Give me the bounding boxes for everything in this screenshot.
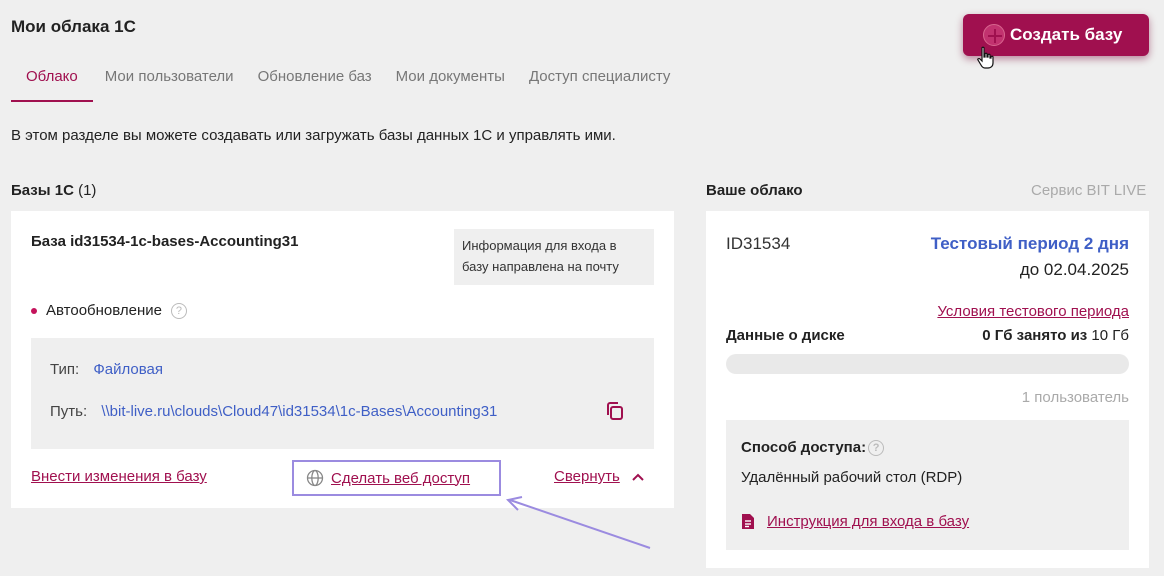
- cloud-card: ID31534 Тестовый период 2 дня до 02.04.2…: [706, 211, 1149, 568]
- cloud-id: ID31534: [726, 234, 791, 253]
- path-value: \\bit-live.ru\clouds\Cloud47\id31534\1c-…: [101, 403, 498, 420]
- users-count: 1 пользователь: [1021, 389, 1129, 406]
- login-info-note: Информация для входа в базу направлена н…: [454, 229, 654, 285]
- document-icon: [742, 514, 754, 529]
- trial-until: до 02.04.2025: [1019, 260, 1129, 279]
- tab-cloud[interactable]: Облако: [11, 58, 93, 102]
- bases-section-title: Базы 1С (1): [11, 182, 96, 199]
- bases-title-text: Базы 1С: [11, 182, 74, 199]
- disk-total: 10 Гб: [1091, 327, 1129, 344]
- page-title: Мои облака 1С: [11, 17, 136, 36]
- edit-base-link[interactable]: Внести изменения в базу: [31, 468, 207, 485]
- base-name: База id31534-1c-bases-Accounting31: [31, 233, 299, 250]
- path-row: Путь: \\bit-live.ru\clouds\Cloud47\id315…: [50, 403, 497, 420]
- autoupdate-label: Автообновление: [46, 302, 162, 319]
- access-box: Способ доступа: ? Удалённый рабочий стол…: [726, 420, 1129, 550]
- collapse-label: Свернуть: [554, 468, 620, 485]
- collapse-toggle[interactable]: Свернуть: [554, 468, 644, 485]
- plus-circle-icon: [983, 24, 1005, 46]
- tab-specialist-access[interactable]: Доступ специалисту: [517, 58, 682, 102]
- access-method-value: Удалённый рабочий стол (RDP): [741, 469, 963, 486]
- help-icon[interactable]: ?: [170, 302, 187, 319]
- disk-label: Данные о диске: [726, 327, 845, 344]
- base-card: База id31534-1c-bases-Accounting31 Инфор…: [11, 211, 674, 508]
- instruction-link-row[interactable]: Инструкция для входа в базу: [741, 513, 969, 530]
- disk-progress-bar: [726, 354, 1129, 374]
- tab-my-users[interactable]: Мои пользователи: [93, 58, 246, 102]
- status-dot-icon: [31, 307, 37, 314]
- service-label: Сервис BIT LIVE: [1031, 182, 1147, 199]
- disk-used: 0 Гб занято из: [982, 327, 1088, 344]
- hand-cursor-icon: [977, 46, 994, 69]
- globe-icon: [306, 469, 324, 487]
- type-row: Тип: Файловая: [50, 361, 163, 378]
- web-access-label: Сделать веб доступ: [331, 469, 471, 487]
- path-label: Путь:: [50, 403, 88, 420]
- cloud-section-title: Ваше облако: [706, 182, 803, 199]
- type-value: Файловая: [93, 361, 164, 378]
- tab-bar: Облако Мои пользователи Обновление баз М…: [11, 58, 682, 102]
- copy-icon[interactable]: [604, 400, 626, 422]
- base-details: Тип: Файловая Путь: \\bit-live.ru\clouds…: [31, 338, 654, 449]
- tab-my-documents[interactable]: Мои документы: [384, 58, 517, 102]
- tab-base-updates[interactable]: Обновление баз: [246, 58, 384, 102]
- help-icon[interactable]: ?: [868, 439, 885, 456]
- annotation-arrow: [505, 496, 651, 549]
- bases-count: (1): [78, 182, 97, 199]
- access-method-label: Способ доступа:: [741, 439, 867, 456]
- type-label: Тип:: [50, 361, 80, 378]
- chevron-up-icon: [632, 473, 644, 481]
- disk-usage: 0 Гб занято из 10 Гб: [982, 327, 1129, 344]
- web-access-button[interactable]: Сделать веб доступ: [292, 460, 501, 496]
- create-base-label: Создать базу: [1010, 25, 1123, 44]
- access-method-title: Способ доступа: ?: [741, 439, 885, 456]
- instruction-link: Инструкция для входа в базу: [767, 513, 970, 530]
- trial-terms-link[interactable]: Условия тестового периода: [937, 303, 1129, 320]
- autoupdate-status: Автообновление ?: [31, 302, 187, 319]
- trial-period: Тестовый период 2 дня: [930, 234, 1129, 253]
- intro-text: В этом разделе вы можете создавать или з…: [11, 127, 616, 144]
